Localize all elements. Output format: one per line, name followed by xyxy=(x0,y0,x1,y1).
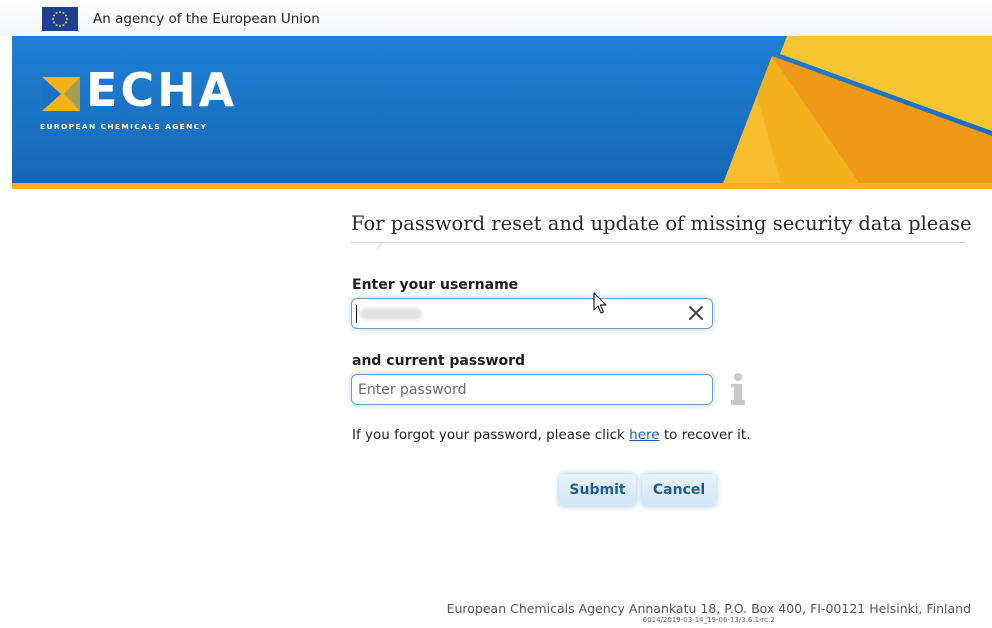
forgot-suffix: to recover it. xyxy=(659,427,751,443)
logo-text: ECHA xyxy=(86,63,238,117)
banner-decoration xyxy=(722,36,992,186)
heading-divider xyxy=(351,242,965,243)
username-field[interactable] xyxy=(351,298,713,329)
info-icon[interactable] xyxy=(728,372,748,406)
footer-address: European Chemicals Agency Annankatu 18, … xyxy=(446,601,971,616)
eu-flag-icon xyxy=(42,7,78,31)
password-field[interactable] xyxy=(351,374,713,405)
username-value-redacted xyxy=(360,308,422,320)
footer-version: 6014/2019-03-14_19-06-13/3.6.1-rc.2 xyxy=(642,616,775,624)
page-title: For password reset and update of missing… xyxy=(351,212,972,235)
recover-password-link[interactable]: here xyxy=(629,427,659,443)
heading-divider-notch xyxy=(376,242,391,250)
username-label: Enter your username xyxy=(352,277,519,293)
text-caret xyxy=(356,305,357,323)
password-label: and current password xyxy=(352,353,526,369)
echa-logo-icon xyxy=(42,77,80,111)
footer: European Chemicals Agency Annankatu 18, … xyxy=(447,601,971,624)
eu-agency-bar: An agency of the European Union xyxy=(0,0,992,36)
cancel-button[interactable]: Cancel xyxy=(642,474,716,506)
close-icon[interactable] xyxy=(687,304,705,322)
forgot-prefix: If you forgot your password, please clic… xyxy=(352,427,630,443)
logo-subtitle: EUROPEAN CHEMICALS AGENCY xyxy=(40,122,208,131)
eu-agency-text: An agency of the European Union xyxy=(93,11,320,27)
mouse-pointer-icon xyxy=(593,292,607,314)
header-banner: ECHA EUROPEAN CHEMICALS AGENCY xyxy=(12,36,992,186)
banner-stripe xyxy=(12,183,992,189)
forgot-password-text: If you forgot your password, please clic… xyxy=(352,427,750,443)
submit-button[interactable]: Submit xyxy=(559,474,636,506)
